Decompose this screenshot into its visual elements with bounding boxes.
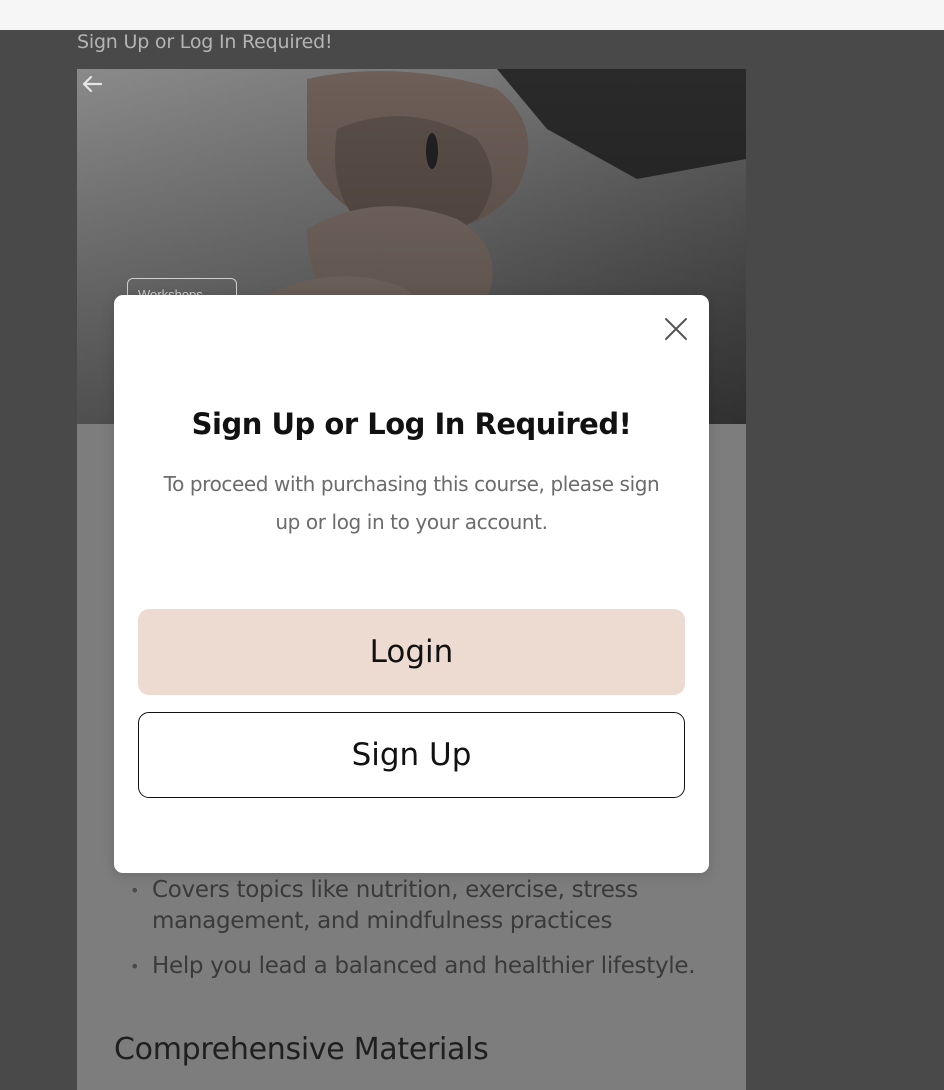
page-title: Sign Up or Log In Required! (77, 31, 333, 53)
browser-top-bar (0, 0, 944, 30)
login-button[interactable]: Login (138, 609, 685, 695)
auth-modal: Sign Up or Log In Required! To proceed w… (114, 295, 709, 873)
modal-message: To proceed with purchasing this course, … (163, 472, 660, 534)
modal-title: Sign Up or Log In Required! (191, 407, 632, 441)
feature-list: Covers topics like nutrition, exercise, … (127, 875, 707, 996)
signup-button[interactable]: Sign Up (138, 712, 685, 798)
close-icon[interactable] (662, 315, 690, 343)
list-item: Help you lead a balanced and healthier l… (127, 951, 707, 982)
section-title: Comprehensive Materials (114, 1032, 489, 1067)
list-item: Covers topics like nutrition, exercise, … (127, 875, 707, 937)
arrow-left-icon[interactable] (77, 69, 107, 99)
